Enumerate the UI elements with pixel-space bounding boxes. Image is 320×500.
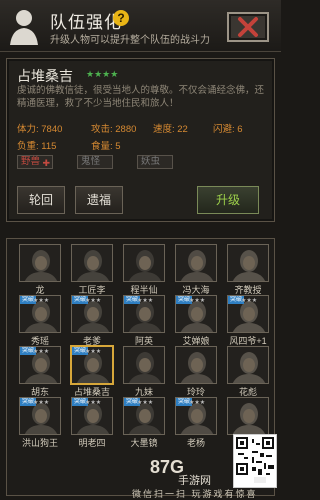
- portrait-silhouette-icon: [20, 245, 60, 281]
- portrait-silhouette-icon: [72, 245, 112, 281]
- close-icon: [238, 17, 258, 37]
- rank-stars-icon: ★★★: [33, 349, 50, 355]
- character-portrait: [123, 244, 165, 282]
- hero-stars: ★★★★: [86, 69, 119, 79]
- character-portrait: [227, 244, 269, 282]
- header-bar: 队伍强化 ? 升级人物可以提升整个队伍的战斗力: [0, 0, 281, 52]
- portrait-silhouette-icon: [124, 245, 164, 281]
- character-portrait: 突破 ★★★: [71, 346, 113, 384]
- character-portrait: 突破 ★★★: [227, 295, 269, 333]
- tag-ghost-label: 鬼怪: [81, 156, 101, 167]
- tag-insect: 妖虫: [137, 155, 173, 169]
- hero-description: 虔诚的佛教信徒，很受当地人的尊敬。不仅会诵经念佛，还精通医理，救了不少当地住民和…: [17, 85, 265, 109]
- character-portrait: [175, 244, 217, 282]
- upgrade-button[interactable]: 升级: [197, 186, 259, 214]
- portrait-silhouette-icon: [228, 398, 268, 434]
- character-portrait: 突破 ★★★: [123, 295, 165, 333]
- beast-marker-icon: ✚: [42, 158, 50, 168]
- watermark-logo: 87G 手游网: [150, 457, 211, 485]
- character-portrait: [123, 346, 165, 384]
- stat-hp: 体力: 7840: [17, 124, 63, 135]
- stat-dodge: 闪避: 6: [213, 124, 243, 135]
- rank-stars-icon: ★★★: [189, 298, 206, 304]
- qr-code-pattern: [236, 437, 274, 483]
- character-portrait: [227, 346, 269, 384]
- portrait-silhouette-icon: [124, 347, 164, 383]
- character-portrait: [227, 397, 269, 435]
- character-name: 明老四: [78, 438, 106, 448]
- character-portrait: [71, 244, 113, 282]
- rank-stars-icon: ★★★: [189, 400, 206, 406]
- qr-code: [233, 434, 277, 488]
- hero-detail-panel: 占堆桑吉 ★★★★ 虔诚的佛教信徒，很受当地人的尊敬。不仅会诵经念佛，还精通医理…: [6, 58, 275, 222]
- character-portrait: 突破 ★★★: [175, 295, 217, 333]
- page-title: 队伍强化: [50, 13, 122, 32]
- character-portrait: 突破 ★★★: [71, 295, 113, 333]
- tag-ghost: 鬼怪: [77, 155, 113, 169]
- rank-stars-icon: ★★★: [85, 349, 102, 355]
- character-portrait: 突破 ★★★: [123, 397, 165, 435]
- hero-name: 占堆桑吉: [17, 68, 73, 84]
- character-portrait: 突破 ★★★: [19, 295, 61, 333]
- character-portrait: 突破 ★★★: [175, 397, 217, 435]
- rank-stars-icon: ★★★: [85, 298, 102, 304]
- stat-speed: 速度: 22: [153, 124, 188, 135]
- rank-stars-icon: ★★★: [33, 400, 50, 406]
- portrait-silhouette-icon: [176, 347, 216, 383]
- character-portrait: [175, 346, 217, 384]
- character-portrait: 突破 ★★★: [71, 397, 113, 435]
- close-button[interactable]: [227, 12, 269, 42]
- character-name: 老杨: [186, 438, 205, 448]
- portrait-silhouette-icon: [228, 347, 268, 383]
- tag-beast: 野兽 ✚: [17, 155, 53, 169]
- character-portrait: 突破 ★★★: [19, 397, 61, 435]
- page-subtitle: 升级人物可以提升整个队伍的战斗力: [50, 35, 210, 46]
- tag-insect-label: 妖虫: [141, 156, 161, 167]
- stat-food: 食量: 5: [91, 141, 121, 152]
- rank-stars-icon: ★★★: [33, 298, 50, 304]
- rank-stars-icon: ★★★: [137, 400, 154, 406]
- rank-stars-icon: ★★★: [241, 298, 258, 304]
- rank-stars-icon: ★★★: [137, 298, 154, 304]
- bequest-button[interactable]: 遗福: [75, 186, 123, 214]
- stat-attack: 攻击: 2880: [91, 124, 137, 135]
- character-portrait: 突破 ★★★: [19, 346, 61, 384]
- help-icon[interactable]: ?: [113, 10, 129, 26]
- tag-beast-label: 野兽: [21, 156, 41, 167]
- character-name: 洪山狗王: [21, 438, 58, 448]
- reincarnate-button[interactable]: 轮回: [17, 186, 65, 214]
- watermark-site-text: 手游网: [178, 473, 211, 485]
- stat-load: 负重: 115: [17, 141, 57, 152]
- portrait-silhouette-icon: [228, 245, 268, 281]
- character-portrait: [19, 244, 61, 282]
- character-name: 大墨镜: [130, 438, 158, 448]
- portrait-silhouette-icon: [176, 245, 216, 281]
- team-avatar-icon: [10, 10, 38, 45]
- rank-stars-icon: ★★★: [85, 400, 102, 406]
